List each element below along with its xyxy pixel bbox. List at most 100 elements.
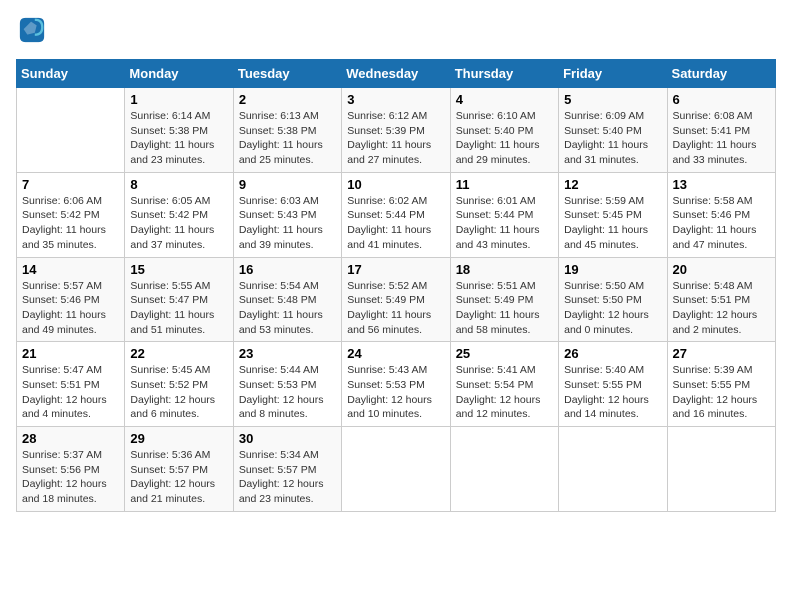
calendar-cell: 26 Sunrise: 5:40 AMSunset: 5:55 PMDayligh… [559, 342, 667, 427]
cell-info: Sunrise: 6:01 AMSunset: 5:44 PMDaylight:… [456, 194, 553, 253]
page-header [16, 16, 776, 49]
day-number: 25 [456, 346, 553, 361]
calendar-cell [17, 88, 125, 173]
day-number: 11 [456, 177, 553, 192]
calendar-cell: 2 Sunrise: 6:13 AMSunset: 5:38 PMDaylight… [233, 88, 341, 173]
calendar-cell: 7 Sunrise: 6:06 AMSunset: 5:42 PMDaylight… [17, 172, 125, 257]
day-of-week-header: Sunday [17, 60, 125, 88]
day-number: 12 [564, 177, 661, 192]
cell-info: Sunrise: 5:34 AMSunset: 5:57 PMDaylight:… [239, 448, 336, 507]
calendar-cell: 4 Sunrise: 6:10 AMSunset: 5:40 PMDaylight… [450, 88, 558, 173]
cell-info: Sunrise: 6:10 AMSunset: 5:40 PMDaylight:… [456, 109, 553, 168]
calendar-cell: 15 Sunrise: 5:55 AMSunset: 5:47 PMDayligh… [125, 257, 233, 342]
calendar-cell: 21 Sunrise: 5:47 AMSunset: 5:51 PMDayligh… [17, 342, 125, 427]
day-of-week-header: Tuesday [233, 60, 341, 88]
cell-info: Sunrise: 5:44 AMSunset: 5:53 PMDaylight:… [239, 363, 336, 422]
calendar-cell: 1 Sunrise: 6:14 AMSunset: 5:38 PMDaylight… [125, 88, 233, 173]
day-of-week-header: Friday [559, 60, 667, 88]
cell-info: Sunrise: 6:09 AMSunset: 5:40 PMDaylight:… [564, 109, 661, 168]
day-number: 14 [22, 262, 119, 277]
day-of-week-header: Monday [125, 60, 233, 88]
cell-info: Sunrise: 6:03 AMSunset: 5:43 PMDaylight:… [239, 194, 336, 253]
day-number: 1 [130, 92, 227, 107]
cell-info: Sunrise: 5:43 AMSunset: 5:53 PMDaylight:… [347, 363, 444, 422]
calendar-cell: 3 Sunrise: 6:12 AMSunset: 5:39 PMDaylight… [342, 88, 450, 173]
day-number: 5 [564, 92, 661, 107]
calendar-cell: 23 Sunrise: 5:44 AMSunset: 5:53 PMDayligh… [233, 342, 341, 427]
calendar-cell: 9 Sunrise: 6:03 AMSunset: 5:43 PMDaylight… [233, 172, 341, 257]
day-number: 15 [130, 262, 227, 277]
cell-info: Sunrise: 6:05 AMSunset: 5:42 PMDaylight:… [130, 194, 227, 253]
calendar-cell: 16 Sunrise: 5:54 AMSunset: 5:48 PMDayligh… [233, 257, 341, 342]
calendar-cell: 22 Sunrise: 5:45 AMSunset: 5:52 PMDayligh… [125, 342, 233, 427]
cell-info: Sunrise: 5:40 AMSunset: 5:55 PMDaylight:… [564, 363, 661, 422]
calendar-week-row: 7 Sunrise: 6:06 AMSunset: 5:42 PMDaylight… [17, 172, 776, 257]
cell-info: Sunrise: 5:48 AMSunset: 5:51 PMDaylight:… [673, 279, 770, 338]
cell-info: Sunrise: 6:08 AMSunset: 5:41 PMDaylight:… [673, 109, 770, 168]
cell-info: Sunrise: 6:02 AMSunset: 5:44 PMDaylight:… [347, 194, 444, 253]
calendar-week-row: 1 Sunrise: 6:14 AMSunset: 5:38 PMDaylight… [17, 88, 776, 173]
calendar-week-row: 28 Sunrise: 5:37 AMSunset: 5:56 PMDayligh… [17, 427, 776, 512]
calendar-cell: 13Sunrise: 5:58 AMSunset: 5:46 PMDayligh… [667, 172, 775, 257]
calendar-cell: 29 Sunrise: 5:36 AMSunset: 5:57 PMDayligh… [125, 427, 233, 512]
cell-info: Sunrise: 6:12 AMSunset: 5:39 PMDaylight:… [347, 109, 444, 168]
calendar-cell: 20Sunrise: 5:48 AMSunset: 5:51 PMDayligh… [667, 257, 775, 342]
cell-info: Sunrise: 5:47 AMSunset: 5:51 PMDaylight:… [22, 363, 119, 422]
cell-info: Sunrise: 6:06 AMSunset: 5:42 PMDaylight:… [22, 194, 119, 253]
cell-info: Sunrise: 6:14 AMSunset: 5:38 PMDaylight:… [130, 109, 227, 168]
day-of-week-header: Thursday [450, 60, 558, 88]
calendar-cell [667, 427, 775, 512]
cell-info: Sunrise: 5:39 AMSunset: 5:55 PMDaylight:… [673, 363, 770, 422]
day-number: 24 [347, 346, 444, 361]
cell-info: Sunrise: 5:58 AMSunset: 5:46 PMDaylight:… [673, 194, 770, 253]
calendar-cell [450, 427, 558, 512]
cell-info: Sunrise: 5:36 AMSunset: 5:57 PMDaylight:… [130, 448, 227, 507]
day-number: 9 [239, 177, 336, 192]
day-number: 2 [239, 92, 336, 107]
day-number: 17 [347, 262, 444, 277]
cell-info: Sunrise: 5:50 AMSunset: 5:50 PMDaylight:… [564, 279, 661, 338]
calendar-cell: 11 Sunrise: 6:01 AMSunset: 5:44 PMDayligh… [450, 172, 558, 257]
logo [16, 16, 50, 49]
day-number: 27 [673, 346, 770, 361]
calendar-cell: 25 Sunrise: 5:41 AMSunset: 5:54 PMDayligh… [450, 342, 558, 427]
cell-info: Sunrise: 6:13 AMSunset: 5:38 PMDaylight:… [239, 109, 336, 168]
day-number: 8 [130, 177, 227, 192]
calendar-cell: 17 Sunrise: 5:52 AMSunset: 5:49 PMDayligh… [342, 257, 450, 342]
cell-info: Sunrise: 5:51 AMSunset: 5:49 PMDaylight:… [456, 279, 553, 338]
day-number: 7 [22, 177, 119, 192]
cell-info: Sunrise: 5:59 AMSunset: 5:45 PMDaylight:… [564, 194, 661, 253]
day-number: 29 [130, 431, 227, 446]
day-of-week-header: Wednesday [342, 60, 450, 88]
day-number: 19 [564, 262, 661, 277]
calendar-cell: 8 Sunrise: 6:05 AMSunset: 5:42 PMDaylight… [125, 172, 233, 257]
day-number: 21 [22, 346, 119, 361]
cell-info: Sunrise: 5:37 AMSunset: 5:56 PMDaylight:… [22, 448, 119, 507]
day-number: 22 [130, 346, 227, 361]
day-number: 4 [456, 92, 553, 107]
cell-info: Sunrise: 5:52 AMSunset: 5:49 PMDaylight:… [347, 279, 444, 338]
calendar-table: SundayMondayTuesdayWednesdayThursdayFrid… [16, 59, 776, 512]
calendar-cell: 27 Sunrise: 5:39 AMSunset: 5:55 PMDayligh… [667, 342, 775, 427]
calendar-week-row: 21 Sunrise: 5:47 AMSunset: 5:51 PMDayligh… [17, 342, 776, 427]
calendar-cell: 24 Sunrise: 5:43 AMSunset: 5:53 PMDayligh… [342, 342, 450, 427]
calendar-cell: 30Sunrise: 5:34 AMSunset: 5:57 PMDayligh… [233, 427, 341, 512]
calendar-cell: 19 Sunrise: 5:50 AMSunset: 5:50 PMDayligh… [559, 257, 667, 342]
day-number: 16 [239, 262, 336, 277]
day-number: 3 [347, 92, 444, 107]
calendar-cell: 12 Sunrise: 5:59 AMSunset: 5:45 PMDayligh… [559, 172, 667, 257]
day-of-week-header: Saturday [667, 60, 775, 88]
cell-info: Sunrise: 5:54 AMSunset: 5:48 PMDaylight:… [239, 279, 336, 338]
day-number: 18 [456, 262, 553, 277]
cell-info: Sunrise: 5:55 AMSunset: 5:47 PMDaylight:… [130, 279, 227, 338]
cell-info: Sunrise: 5:57 AMSunset: 5:46 PMDaylight:… [22, 279, 119, 338]
calendar-week-row: 14 Sunrise: 5:57 AMSunset: 5:46 PMDayligh… [17, 257, 776, 342]
calendar-cell [342, 427, 450, 512]
calendar-cell: 10Sunrise: 6:02 AMSunset: 5:44 PMDayligh… [342, 172, 450, 257]
day-number: 23 [239, 346, 336, 361]
cell-info: Sunrise: 5:41 AMSunset: 5:54 PMDaylight:… [456, 363, 553, 422]
cell-info: Sunrise: 5:45 AMSunset: 5:52 PMDaylight:… [130, 363, 227, 422]
day-number: 28 [22, 431, 119, 446]
calendar-cell: 6Sunrise: 6:08 AMSunset: 5:41 PMDaylight… [667, 88, 775, 173]
day-number: 26 [564, 346, 661, 361]
